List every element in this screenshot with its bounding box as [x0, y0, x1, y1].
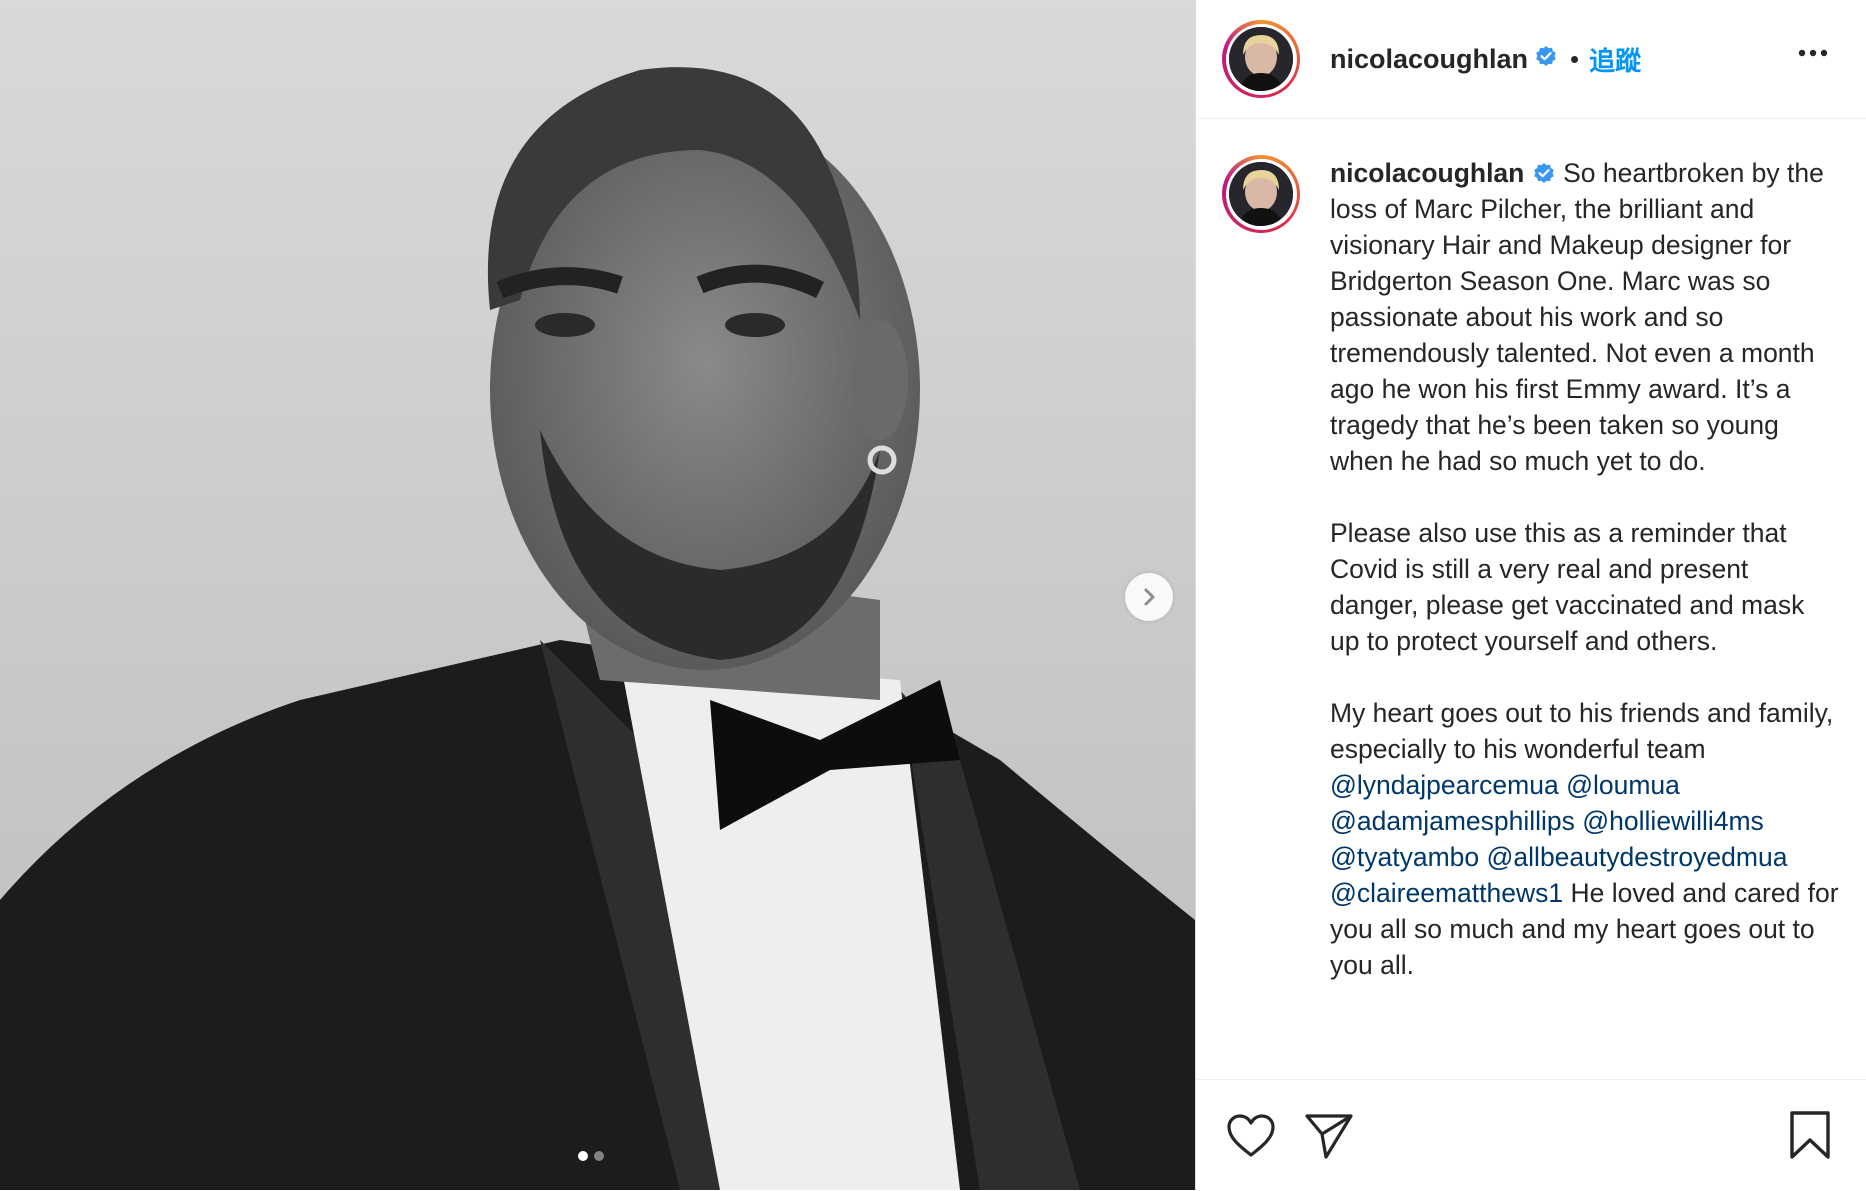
caption-avatar[interactable]: [1222, 155, 1300, 233]
caption-paragraph-2: Please also use this as a reminder that …: [1330, 518, 1812, 656]
mention-link[interactable]: @holliewilli4ms: [1582, 806, 1764, 836]
avatar-image: [1229, 162, 1293, 226]
caption-author-link[interactable]: nicolacoughlan: [1330, 158, 1524, 188]
carousel-dot-active: [578, 1151, 588, 1161]
chevron-right-icon: [1144, 588, 1155, 606]
caption: nicolacoughlan So heartbroken by the los…: [1196, 119, 1866, 983]
heart-icon: [1227, 1114, 1275, 1157]
more-options-button[interactable]: [1798, 44, 1828, 62]
more-horizontal-icon: [1798, 49, 1828, 57]
separator-dot: •: [1570, 43, 1580, 74]
post-actions-bar: [1196, 1079, 1866, 1191]
share-button[interactable]: [1304, 1112, 1354, 1165]
avatar[interactable]: [1222, 20, 1300, 98]
verified-badge-icon: [1533, 163, 1554, 183]
save-button[interactable]: [1788, 1110, 1832, 1165]
instagram-post: nicolacoughlan • 追蹤 nicolacoughlan So he…: [0, 0, 1866, 1191]
next-slide-button[interactable]: [1125, 573, 1173, 621]
bookmark-icon: [1790, 1111, 1830, 1159]
mention-link[interactable]: @loumua: [1566, 770, 1680, 800]
follow-button[interactable]: 追蹤: [1589, 41, 1641, 78]
paper-plane-icon: [1305, 1114, 1353, 1159]
post-header: nicolacoughlan • 追蹤: [1196, 0, 1866, 119]
username-link[interactable]: nicolacoughlan: [1330, 44, 1528, 75]
comments-area[interactable]: nicolacoughlan So heartbroken by the los…: [1196, 119, 1866, 1079]
post-photo: [0, 0, 1195, 1190]
caption-text: nicolacoughlan So heartbroken by the los…: [1330, 155, 1840, 983]
post-media: [0, 0, 1196, 1190]
carousel-indicator: [578, 1151, 604, 1161]
post-sidebar: nicolacoughlan • 追蹤 nicolacoughlan So he…: [1196, 0, 1866, 1191]
like-button[interactable]: [1226, 1114, 1276, 1163]
mention-link[interactable]: @adamjamesphillips: [1330, 806, 1575, 836]
mention-link[interactable]: @claireematthews1: [1330, 878, 1563, 908]
mention-link[interactable]: @allbeautydestroyedmua: [1487, 842, 1788, 872]
verified-badge-icon: [1534, 45, 1558, 74]
caption-paragraph-1: So heartbroken by the loss of Marc Pilch…: [1330, 158, 1832, 476]
mention-link[interactable]: @lyndajpearcemua: [1330, 770, 1559, 800]
avatar-image: [1229, 27, 1293, 91]
caption-paragraph-3: My heart goes out to his friends and fam…: [1330, 698, 1841, 764]
mention-link[interactable]: @tyatyambo: [1330, 842, 1479, 872]
carousel-dot: [594, 1151, 604, 1161]
